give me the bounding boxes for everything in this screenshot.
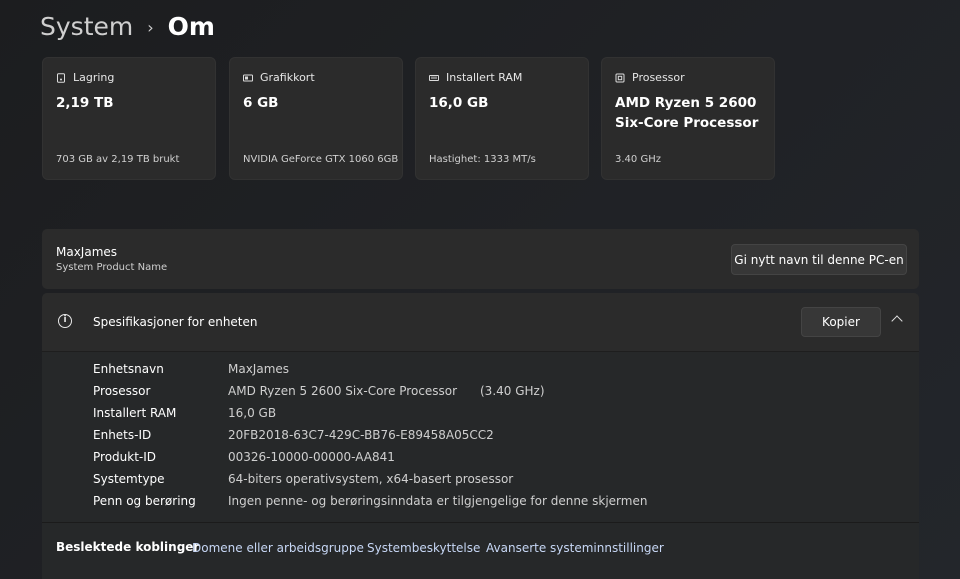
graphics-label: Grafikkort (260, 71, 315, 84)
spec-key: Systemtype (93, 472, 165, 486)
graphics-value: 6 GB (243, 95, 279, 111)
processor-speed: 3.40 GHz (615, 154, 661, 165)
spec-value: 00326-10000-00000-AA841 (228, 450, 395, 464)
ram-label: Installert RAM (446, 71, 523, 84)
info-icon: i (58, 314, 72, 328)
spec-value: MaxJames (228, 362, 290, 376)
ram-card: Installert RAM 16,0 GB Hastighet: 1333 M… (415, 57, 589, 180)
spec-key: Prosessor (93, 384, 151, 398)
chevron-up-icon[interactable] (891, 315, 903, 327)
rename-pc-button[interactable]: Gi nytt navn til denne PC-en (731, 244, 907, 275)
spec-key: Installert RAM (93, 406, 177, 420)
about-page: System › Om Lagring 2,19 TB 703 GB av 2,… (0, 0, 960, 579)
chevron-right-icon: › (147, 17, 154, 37)
breadcrumb-system[interactable]: System (40, 12, 133, 41)
pc-name-row: MaxJames System Product Name Gi nytt nav… (42, 229, 919, 289)
device-specifications-panel: i Spesifikasjoner for enheten Kopier Enh… (42, 293, 919, 579)
related-links-label: Beslektede koblinger (56, 540, 200, 554)
device-specifications-header[interactable]: i Spesifikasjoner for enheten Kopier (42, 293, 919, 352)
spec-row-ram: Installert RAM 16,0 GB (93, 404, 893, 426)
graphics-card: Grafikkort 6 GB NVIDIA GeForce GTX 1060 … (229, 57, 403, 180)
processor-label: Prosessor (632, 71, 685, 84)
spec-key: Enhets-ID (93, 428, 152, 442)
spec-value: 64-biters operativsystem, x64-basert pro… (228, 472, 514, 486)
storage-value: 2,19 TB (56, 95, 114, 111)
spec-value: 16,0 GB (228, 406, 277, 420)
spec-key: Enhetsnavn (93, 362, 164, 376)
link-system-protection[interactable]: Systembeskyttelse (367, 541, 480, 555)
related-links: Beslektede koblinger Domene eller arbeid… (42, 522, 919, 579)
spec-key: Penn og berøring (93, 494, 196, 508)
copy-button[interactable]: Kopier (801, 307, 881, 337)
spec-value: Ingen penne- og berøringsinndata er tilg… (228, 494, 648, 508)
storage-usage: 703 GB av 2,19 TB brukt (56, 154, 180, 165)
storage-label: Lagring (73, 71, 115, 84)
spec-list: Enhetsnavn MaxJames Prosessor AMD Ryzen … (93, 360, 893, 514)
device-specifications-title: Spesifikasjoner for enheten (93, 315, 258, 329)
spec-key: Produkt-ID (93, 450, 157, 464)
ram-speed: Hastighet: 1333 MT/s (429, 154, 536, 165)
spec-row-system-type: Systemtype 64-biters operativsystem, x64… (93, 470, 893, 492)
processor-value: AMD Ryzen 5 2600 Six-Core Processor (615, 95, 759, 131)
storage-card: Lagring 2,19 TB 703 GB av 2,19 TB brukt (42, 57, 216, 180)
spec-value: 20FB2018-63C7-429C-BB76-E89458A05CC2 (228, 428, 494, 442)
graphics-model: NVIDIA GeForce GTX 1060 6GB (243, 154, 399, 165)
spec-row-device-id: Enhets-ID 20FB2018-63C7-429C-BB76-E89458… (93, 426, 893, 448)
link-domain-workgroup[interactable]: Domene eller arbeidsgruppe (192, 541, 364, 555)
breadcrumb: System › Om (40, 8, 215, 44)
pc-name: MaxJames (56, 245, 118, 259)
spec-processor-speed: (3.40 GHz) (480, 384, 545, 398)
spec-row-processor: Prosessor AMD Ryzen 5 2600 Six-Core Proc… (93, 382, 893, 404)
spec-row-product-id: Produkt-ID 00326-10000-00000-AA841 (93, 448, 893, 470)
spec-row-device-name: Enhetsnavn MaxJames (93, 360, 893, 382)
graphics-card-icon (243, 74, 253, 81)
page-title: Om (167, 11, 215, 41)
memory-icon (429, 74, 439, 81)
processor-card: Prosessor AMD Ryzen 5 2600 Six-Core Proc… (601, 57, 775, 180)
spec-row-pen-touch: Penn og berøring Ingen penne- og berørin… (93, 492, 893, 514)
pc-model: System Product Name (56, 262, 168, 273)
storage-icon (57, 72, 65, 83)
processor-icon (615, 73, 625, 82)
spec-value: AMD Ryzen 5 2600 Six-Core Processor (228, 384, 458, 398)
ram-value: 16,0 GB (429, 95, 489, 111)
link-advanced-system-settings[interactable]: Avanserte systeminnstillinger (486, 541, 664, 555)
